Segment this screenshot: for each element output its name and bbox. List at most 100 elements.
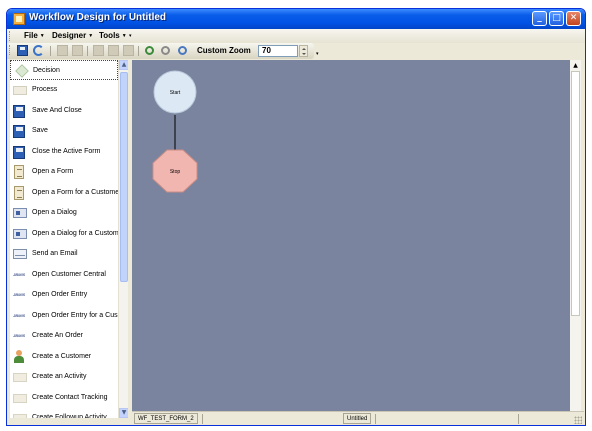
palette-item-label: Decision <box>33 67 60 74</box>
zoom-out-icon[interactable] <box>161 46 170 55</box>
toolbar-separator <box>138 46 139 56</box>
floppy-icon <box>13 105 25 118</box>
canvas-scroll-thumb[interactable] <box>571 71 580 316</box>
stop-node[interactable]: Stop <box>152 149 198 193</box>
dialog-icon <box>13 229 27 239</box>
status-separator <box>375 414 376 424</box>
menu-tools-label: Tools <box>99 31 120 41</box>
palette-scrollbar[interactable]: ▲ ▼ <box>118 60 129 418</box>
palette-item-open-customer-central[interactable]: JBMIS Open Customer Central <box>10 265 118 285</box>
palette-item-process[interactable]: Process <box>10 80 118 100</box>
palette-item-close-active-form[interactable]: Close the Active Form <box>10 142 118 162</box>
status-bar: WF_TEST_FORM_2 Untitled <box>132 411 584 425</box>
palette-item-label: Open Order Entry <box>32 291 88 298</box>
palette-item-save[interactable]: Save <box>10 121 118 141</box>
palette-item-save-and-close[interactable]: Save And Close <box>10 101 118 121</box>
jbm-icon: JBMIS <box>13 333 26 338</box>
menu-designer-label: Designer <box>52 31 87 41</box>
resize-grip-icon[interactable] <box>574 416 582 424</box>
window-title: Workflow Design for Untitled <box>29 12 167 23</box>
palette-item-label: Close the Active Form <box>32 148 101 155</box>
menu-overflow-icon[interactable]: ▾ <box>129 33 132 39</box>
save-icon[interactable] <box>17 45 28 56</box>
scroll-up-icon[interactable]: ▲ <box>570 60 581 71</box>
palette-item-label: Open a Form for a Custome <box>32 189 118 196</box>
palette-item-open-dialog-customer[interactable]: Open a Dialog for a Custom <box>10 224 118 244</box>
palette-item-create-contact-tracking[interactable]: Create Contact Tracking <box>10 388 118 408</box>
palette-item-create-followup-activity[interactable]: Create Followup Activity <box>10 408 118 418</box>
menu-tools[interactable]: Tools ▼ <box>96 30 130 42</box>
print-icon[interactable] <box>93 45 104 56</box>
palette-item-label: Process <box>32 86 58 93</box>
workflow-diagram: Start Stop <box>152 70 198 193</box>
title-bar[interactable]: Workflow Design for Untitled _ □ ✕ <box>7 9 585 29</box>
palette-item-label: Save <box>32 127 48 134</box>
palette-scroll-thumb[interactable] <box>120 72 128 282</box>
zoom-stepper[interactable] <box>299 45 308 57</box>
decision-icon <box>15 64 29 78</box>
chevron-down-icon: ▼ <box>121 33 127 39</box>
process-icon <box>13 86 27 95</box>
person-icon <box>14 350 24 364</box>
palette-item-open-order-entry-customer[interactable]: JBMIS Open Order Entry for a Cus <box>10 306 118 326</box>
workflow-canvas[interactable]: Start Stop <box>132 60 570 411</box>
activity-palette: Decision Process Save And Close Save Clo… <box>10 60 118 418</box>
blank-icon <box>13 414 27 418</box>
edit-icon[interactable] <box>57 45 68 56</box>
minimize-icon: _ <box>537 13 542 23</box>
palette-item-label: Create an Activity <box>32 373 87 380</box>
floppy-icon <box>13 125 25 138</box>
status-separator <box>518 414 519 424</box>
toolbar-separator <box>87 46 88 56</box>
menu-designer[interactable]: Designer ▼ <box>49 30 96 42</box>
floppy-icon <box>13 146 25 159</box>
menu-file[interactable]: File ▼ <box>21 30 48 42</box>
palette-item-label: Create a Customer <box>32 353 92 360</box>
toolbar: Custom Zoom 70 <box>7 43 314 59</box>
palette-item-label: Save And Close <box>32 107 82 114</box>
toolbar-overflow-icon[interactable]: ▾ <box>316 51 319 57</box>
jbm-icon: JBMIS <box>13 313 26 318</box>
dialog-icon <box>13 208 27 218</box>
palette-item-open-form[interactable]: Open a Form <box>10 162 118 182</box>
menu-file-label: File <box>24 31 38 41</box>
canvas-scrollbar[interactable]: ▲ <box>570 60 581 411</box>
close-button[interactable]: ✕ <box>566 11 581 26</box>
menu-bar: File ▼ Designer ▼ Tools ▼ ▾ <box>7 29 585 43</box>
copy-icon[interactable] <box>72 45 83 56</box>
app-icon <box>13 13 25 25</box>
palette-item-label: Open a Dialog <box>32 209 77 216</box>
palette-item-label: Create An Order <box>32 332 83 339</box>
palette-item-decision[interactable]: Decision <box>10 60 118 80</box>
start-node[interactable]: Start <box>153 70 197 114</box>
minimize-button[interactable]: _ <box>532 11 547 26</box>
workflow-design-window: Workflow Design for Untitled _ □ ✕ File ▼… <box>6 8 586 426</box>
palette-item-label: Open Order Entry for a Cus <box>32 312 118 319</box>
refresh-icon[interactable] <box>33 45 44 56</box>
zoom-input[interactable]: 70 <box>258 45 298 57</box>
status-form-name: WF_TEST_FORM_2 <box>134 413 198 424</box>
palette-item-label: Create Followup Activity <box>32 414 107 418</box>
jbm-icon: JBMIS <box>13 292 26 297</box>
palette-item-open-form-customer[interactable]: Open a Form for a Custome <box>10 183 118 203</box>
zoom-icon[interactable] <box>178 46 187 55</box>
palette-item-label: Create Contact Tracking <box>32 394 108 401</box>
palette-item-open-order-entry[interactable]: JBMIS Open Order Entry <box>10 285 118 305</box>
palette-item-open-dialog[interactable]: Open a Dialog <box>10 203 118 223</box>
palette-item-create-order[interactable]: JBMIS Create An Order <box>10 326 118 346</box>
palette-item-send-email[interactable]: Send an Email <box>10 244 118 264</box>
palette-item-label: Send an Email <box>32 250 78 257</box>
menu-grip[interactable] <box>9 31 13 41</box>
toolbar-grip[interactable] <box>9 45 13 55</box>
palette-item-create-customer[interactable]: Create a Customer <box>10 347 118 367</box>
stop-node-label: Stop <box>170 169 181 175</box>
status-separator <box>202 414 203 424</box>
undo-icon[interactable] <box>108 45 119 56</box>
palette-item-create-activity[interactable]: Create an Activity <box>10 367 118 387</box>
email-icon <box>13 249 27 259</box>
jbm-icon: JBMIS <box>13 272 26 277</box>
maximize-button[interactable]: □ <box>549 11 564 26</box>
zoom-in-icon[interactable] <box>145 46 154 55</box>
maximize-icon: □ <box>552 13 561 23</box>
redo-icon[interactable] <box>123 45 134 56</box>
